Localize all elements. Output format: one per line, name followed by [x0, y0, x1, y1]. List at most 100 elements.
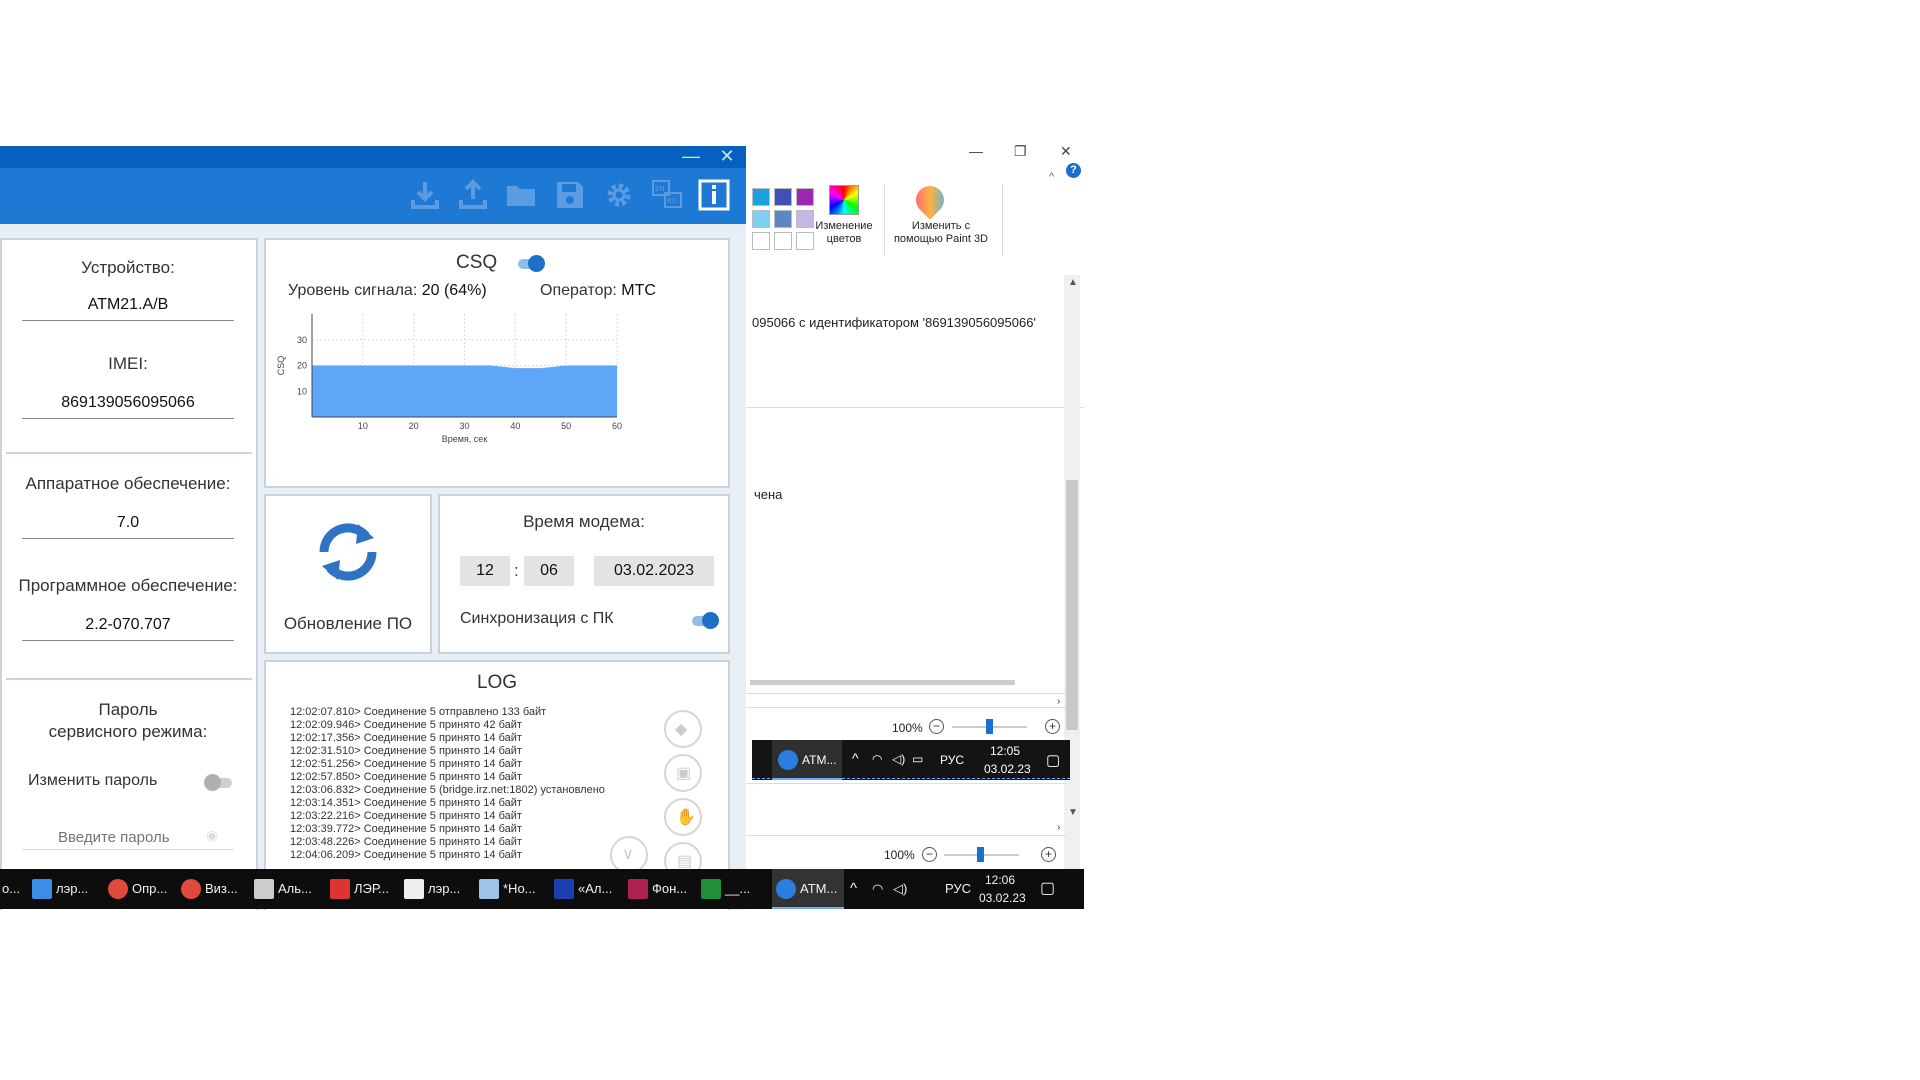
scrollbar-thumb[interactable]: [1066, 480, 1078, 730]
eye-icon[interactable]: ◉: [206, 827, 218, 844]
toolbar: EN RU: [0, 168, 746, 224]
zoom-in-icon[interactable]: +: [1041, 847, 1056, 862]
notifications-icon[interactable]: ▢: [1046, 751, 1060, 769]
taskbar-app-label: «Ал...: [578, 881, 613, 896]
color-swatch[interactable]: [752, 188, 770, 206]
taskbar-app-button[interactable]: ATM...: [772, 869, 844, 909]
date-field[interactable]: 03.02.2023: [594, 556, 714, 586]
like-log-button[interactable]: ✋: [664, 798, 702, 836]
language-icon[interactable]: EN RU: [650, 178, 684, 212]
hours-field[interactable]: 12: [460, 556, 510, 586]
operator-row: Оператор: MTC: [540, 282, 656, 300]
taskbar-app-button[interactable]: «Ал...: [550, 869, 622, 909]
log-line: 12:02:09.946> Соединение 5 принято 42 ба…: [290, 719, 522, 731]
update-label[interactable]: Обновление ПО: [266, 614, 430, 634]
zoom-level: 100%: [892, 721, 923, 735]
gear-icon[interactable]: [602, 178, 636, 212]
clock-date[interactable]: 03.02.23: [984, 762, 1031, 776]
imei-value: 869139056095066: [61, 394, 195, 411]
zoom-slider-thumb[interactable]: [977, 847, 984, 862]
help-icon[interactable]: ?: [1066, 163, 1081, 178]
color-swatch[interactable]: [752, 210, 770, 228]
minimize-button[interactable]: —: [674, 146, 708, 168]
taskbar-app-button[interactable]: *Но...: [475, 869, 547, 909]
clock-time[interactable]: 12:05: [990, 744, 1020, 758]
x-tick-label: 60: [612, 421, 622, 431]
tray-chevron-icon[interactable]: ^: [850, 869, 857, 909]
title-bar[interactable]: — ✕: [0, 146, 746, 168]
scroll-right-icon[interactable]: ›: [1057, 696, 1060, 707]
zoom-out-icon[interactable]: −: [929, 719, 944, 734]
canvas-text-line: чена: [754, 487, 783, 502]
y-axis-label: CSQ: [276, 356, 286, 376]
language-indicator[interactable]: РУС: [945, 869, 971, 909]
csq-toggle[interactable]: [518, 255, 545, 272]
wifi-icon[interactable]: ◠: [872, 752, 882, 766]
close-button[interactable]: ✕: [710, 146, 744, 168]
taskbar-app-button[interactable]: лэр...: [400, 869, 472, 909]
volume-icon[interactable]: ◁): [892, 752, 905, 766]
refresh-icon[interactable]: [310, 514, 386, 590]
zoom-slider-thumb[interactable]: [986, 719, 993, 734]
color-swatch[interactable]: [796, 188, 814, 206]
horizontal-scrollbar[interactable]: [750, 680, 1015, 685]
clear-log-button[interactable]: ◆: [664, 710, 702, 748]
color-swatch[interactable]: [752, 232, 770, 250]
zoom-in-icon[interactable]: +: [1045, 719, 1060, 734]
scroll-down-icon[interactable]: ▼: [1068, 807, 1078, 818]
taskbar-app-button[interactable]: __...: [697, 869, 769, 909]
wifi-icon[interactable]: ◠: [872, 869, 883, 909]
signal-label: Уровень сигнала:: [288, 282, 418, 299]
embedded-taskbar-app[interactable]: ATM...: [772, 740, 842, 780]
info-icon[interactable]: [697, 178, 731, 212]
edit-colors-label[interactable]: Изменение цветов: [814, 220, 874, 246]
log-list[interactable]: 12:02:07.810> Соединение 5 отправлено 13…: [290, 706, 660, 896]
eraser-icon: ◆: [675, 721, 688, 738]
edit-colors-icon[interactable]: [829, 185, 859, 215]
log-line: 12:03:14.351> Соединение 5 принято 14 ба…: [290, 797, 522, 809]
minutes-field[interactable]: 06: [524, 556, 574, 586]
volume-icon[interactable]: ◁): [893, 869, 907, 909]
scroll-right-icon[interactable]: ›: [1057, 822, 1060, 833]
password-input[interactable]: [58, 826, 208, 848]
app-icon: [776, 879, 796, 899]
x-tick-label: 50: [561, 421, 571, 431]
color-swatch[interactable]: [774, 232, 792, 250]
tray-chevron-icon[interactable]: ^: [852, 750, 859, 766]
paint3d-icon[interactable]: [910, 180, 950, 220]
paint-close-button[interactable]: ✕: [1060, 143, 1072, 160]
zoom-out-icon[interactable]: −: [922, 847, 937, 862]
taskbar-app-button[interactable]: Аль...: [250, 869, 322, 909]
paint-minimize-button[interactable]: —: [969, 143, 983, 159]
language-indicator[interactable]: РУС: [940, 753, 964, 767]
y-tick-label: 30: [297, 335, 307, 345]
save-icon[interactable]: [553, 178, 587, 212]
change-password-toggle[interactable]: [204, 774, 232, 791]
vertical-scrollbar[interactable]: [1064, 275, 1080, 875]
scroll-up-icon[interactable]: ▲: [1068, 277, 1078, 288]
taskbar-app-button[interactable]: Виз...: [177, 869, 249, 909]
taskbar-app-button[interactable]: Опр...: [104, 869, 176, 909]
modem-time-title: Время модема:: [523, 512, 645, 531]
modem-time-panel: Время модема: 12 : 06 03.02.2023 Синхрон…: [438, 494, 730, 654]
battery-icon[interactable]: ▭: [912, 752, 923, 766]
paint-restore-button[interactable]: ❐: [1014, 143, 1027, 160]
color-swatch[interactable]: [774, 210, 792, 228]
paint3d-label[interactable]: Изменить с помощью Paint 3D: [886, 220, 996, 246]
color-swatch[interactable]: [774, 188, 792, 206]
color-swatch[interactable]: [796, 210, 814, 228]
taskbar-app-button[interactable]: лэр...: [28, 869, 100, 909]
color-swatch[interactable]: [796, 232, 814, 250]
clock-date[interactable]: 03.02.23: [979, 891, 1026, 931]
upload-icon[interactable]: [456, 178, 490, 212]
save-log-button[interactable]: ▣: [664, 754, 702, 792]
atm-app-window: — ✕ EN RU Устройство: ATM21.A/B IMEI: 86…: [0, 146, 746, 910]
notifications-icon[interactable]: ▢: [1040, 869, 1055, 909]
sync-pc-toggle[interactable]: [692, 612, 719, 629]
taskbar-app-button[interactable]: ЛЭР...: [326, 869, 398, 909]
download-icon[interactable]: [408, 178, 442, 212]
operator-label: Оператор:: [540, 282, 617, 299]
folder-icon[interactable]: [504, 178, 538, 212]
taskbar-app-button[interactable]: Фон...: [624, 869, 696, 909]
firmware-update-panel[interactable]: Обновление ПО: [264, 494, 432, 654]
